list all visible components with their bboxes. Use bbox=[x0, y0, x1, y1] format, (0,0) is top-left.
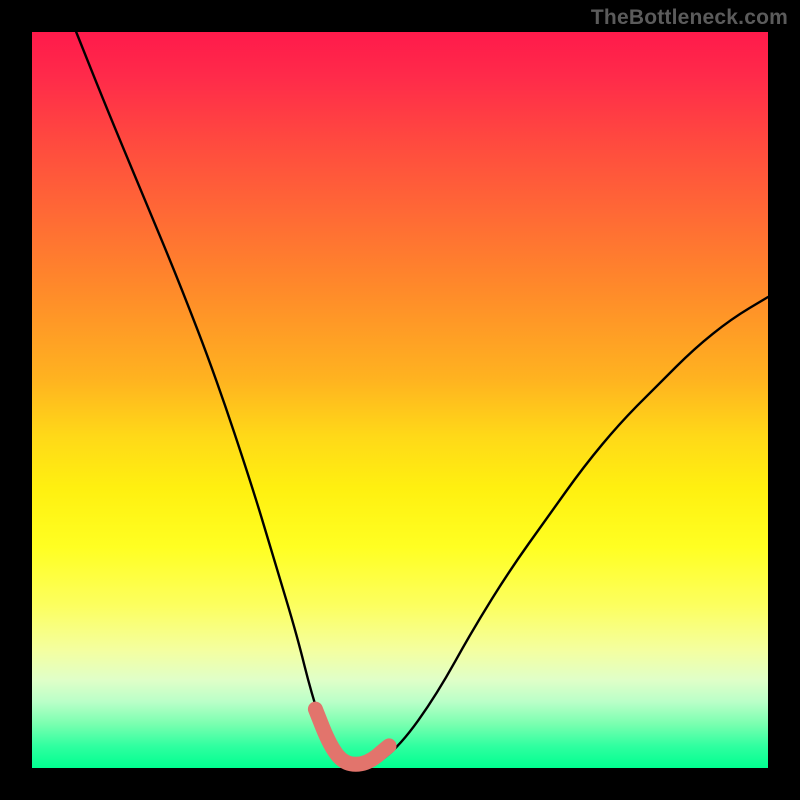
chart-frame: TheBottleneck.com bbox=[0, 0, 800, 800]
bottleneck-curve bbox=[76, 32, 768, 768]
watermark-text: TheBottleneck.com bbox=[591, 6, 788, 30]
curve-svg bbox=[32, 32, 768, 768]
plot-area bbox=[32, 32, 768, 768]
min-highlight bbox=[315, 709, 389, 764]
